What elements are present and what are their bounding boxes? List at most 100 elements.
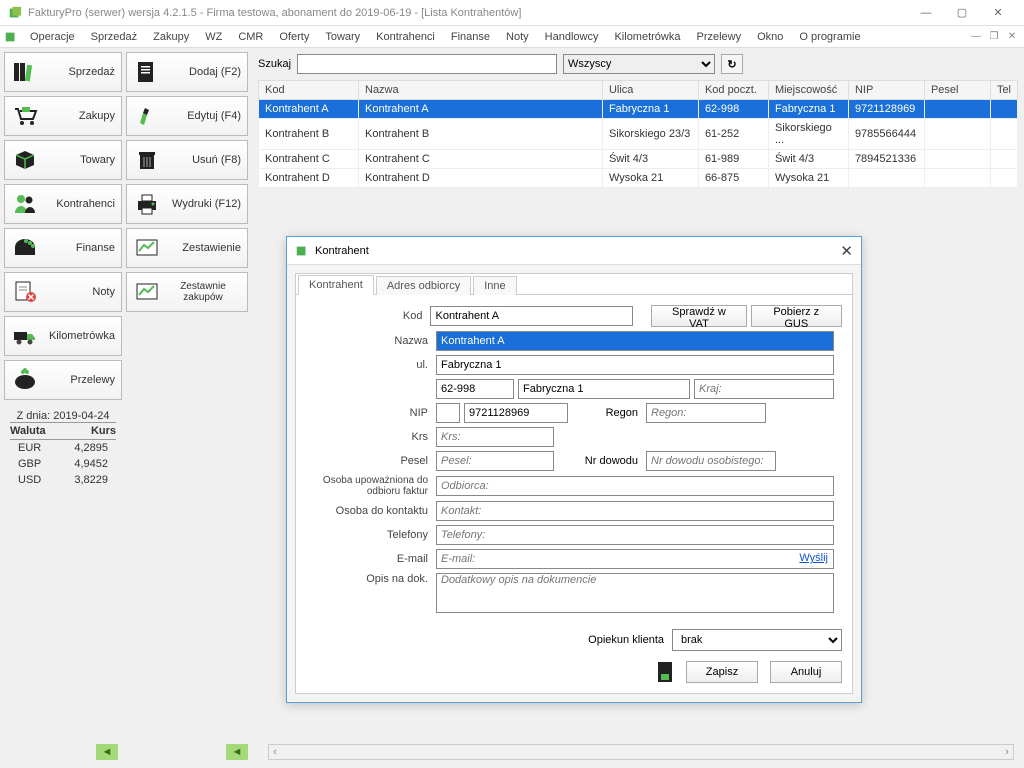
action-zestawienie-zakupow[interactable]: Zestawnie zakupów [126, 272, 248, 312]
col-header[interactable]: Tel [990, 81, 1017, 100]
menu-item[interactable]: Finanse [443, 29, 498, 45]
action-dodaj[interactable]: Dodaj (F2) [126, 52, 248, 92]
kraj-input[interactable] [694, 379, 834, 399]
search-input[interactable] [297, 54, 557, 74]
menu-item[interactable]: Okno [749, 29, 791, 45]
contractors-table: Kod Nazwa Ulica Kod poczt. Miejscowość N… [258, 80, 1018, 188]
cart-icon [11, 102, 39, 130]
close-button[interactable]: ✕ [980, 2, 1016, 24]
menu-item[interactable]: Zakupy [145, 29, 197, 45]
action-usun[interactable]: Usuń (F8) [126, 140, 248, 180]
sidebar-kilometrowka[interactable]: Kilometrówka [4, 316, 122, 356]
tab-adres[interactable]: Adres odbiorcy [376, 276, 471, 295]
filter-select[interactable]: Wszyscy [563, 54, 715, 74]
tab-kontrahent[interactable]: Kontrahent [298, 275, 374, 295]
col-header[interactable]: NIP [848, 81, 924, 100]
wyslij-link[interactable]: Wyślij [799, 552, 828, 564]
action-wydruki[interactable]: Wydruki (F12) [126, 184, 248, 224]
col-header[interactable]: Nazwa [359, 81, 603, 100]
odbiorca-input[interactable] [436, 476, 834, 496]
pen-icon [133, 102, 161, 130]
dialog-icon [295, 244, 309, 258]
col-header[interactable]: Kod [259, 81, 359, 100]
anuluj-button[interactable]: Anuluj [770, 661, 842, 683]
col-header[interactable]: Ulica [602, 81, 698, 100]
truck-icon [11, 322, 39, 350]
dialog-close-icon[interactable]: ✕ [840, 242, 853, 260]
nip-prefix-input[interactable] [436, 403, 460, 423]
vat-button[interactable]: Sprawdź w VAT [651, 305, 746, 327]
action-zestawienie[interactable]: Zestawienie [126, 228, 248, 268]
newdoc-icon [133, 58, 161, 86]
email-input[interactable] [436, 549, 834, 569]
refresh-button[interactable]: ↻ [721, 54, 743, 74]
save-icon [658, 662, 674, 682]
arrow-left-icon[interactable]: ◄ [96, 744, 118, 760]
chart-icon [133, 278, 161, 306]
rate-row: USD3,8229 [10, 472, 116, 488]
menu-item[interactable]: Handlowcy [537, 29, 607, 45]
sidebar-sprzedaz[interactable]: Sprzedaż [4, 52, 122, 92]
kontakt-input[interactable] [436, 501, 834, 521]
menubar: Operacje Sprzedaż Zakupy WZ CMR Oferty T… [0, 26, 1024, 48]
col-header[interactable]: Miejscowość [768, 81, 848, 100]
table-row[interactable]: Kontrahent BKontrahent BSikorskiego 23/3… [259, 119, 1018, 150]
sidebar-zakupy[interactable]: Zakupy [4, 96, 122, 136]
maximize-button[interactable]: ▢ [944, 2, 980, 24]
sidebar-kontrahenci[interactable]: Kontrahenci [4, 184, 122, 224]
nazwa-input[interactable] [436, 331, 834, 351]
sidebar-finanse[interactable]: Finanse [4, 228, 122, 268]
menu-item[interactable]: WZ [197, 29, 230, 45]
col-header[interactable]: Kod poczt. [698, 81, 768, 100]
city-input[interactable] [518, 379, 690, 399]
note-icon [11, 278, 39, 306]
menu-item[interactable]: Kilometrówka [606, 29, 688, 45]
sidebar-towary[interactable]: Towary [4, 140, 122, 180]
arrow-left-icon[interactable]: ◄ [226, 744, 248, 760]
pesel-input[interactable] [436, 451, 554, 471]
opis-input[interactable] [436, 573, 834, 613]
opiekun-select[interactable]: brak [672, 629, 842, 651]
menu-item[interactable]: CMR [230, 29, 271, 45]
menu-item[interactable]: Operacje [22, 29, 83, 45]
horizontal-scrollbar[interactable]: ‹› [268, 744, 1014, 760]
mdi-close-icon[interactable]: ✕ [1004, 30, 1020, 44]
mdi-minimize-icon[interactable]: — [968, 30, 984, 44]
col-header[interactable]: Pesel [924, 81, 990, 100]
people-icon [11, 190, 39, 218]
sidebar-noty[interactable]: Noty [4, 272, 122, 312]
minimize-button[interactable]: — [908, 2, 944, 24]
nip-input[interactable] [464, 403, 568, 423]
menu-item[interactable]: Przelewy [689, 29, 750, 45]
tab-inne[interactable]: Inne [473, 276, 516, 295]
action-edytuj[interactable]: Edytuj (F4) [126, 96, 248, 136]
menu-item[interactable]: Noty [498, 29, 537, 45]
zapisz-button[interactable]: Zapisz [686, 661, 758, 683]
app-icon [8, 6, 22, 20]
mdi-restore-icon[interactable]: ❐ [986, 30, 1002, 44]
menu-item[interactable]: Towary [317, 29, 368, 45]
menu-item[interactable]: Kontrahenci [368, 29, 443, 45]
menu-item[interactable]: Sprzedaż [83, 29, 145, 45]
telefony-input[interactable] [436, 525, 834, 545]
regon-input[interactable] [646, 403, 766, 423]
cash-icon [11, 234, 39, 262]
table-row[interactable]: Kontrahent CKontrahent CŚwit 4/361-989Św… [259, 150, 1018, 169]
window-title: FakturyPro (serwer) wersja 4.2.1.5 - Fir… [28, 7, 521, 19]
menu-item[interactable]: O programie [791, 29, 868, 45]
printer-icon [133, 190, 161, 218]
contractor-dialog: Kontrahent ✕ Kontrahent Adres odbiorcy I… [286, 236, 862, 703]
box-icon [11, 146, 39, 174]
gus-button[interactable]: Pobierz z GUS [751, 305, 842, 327]
sidebar-przelewy[interactable]: Przelewy [4, 360, 122, 400]
ulica-input[interactable] [436, 355, 834, 375]
menu-item[interactable]: Oferty [271, 29, 317, 45]
dialog-tabs: Kontrahent Adres odbiorcy Inne [295, 273, 853, 295]
krs-input[interactable] [436, 427, 554, 447]
table-row[interactable]: Kontrahent AKontrahent AFabryczna 162-99… [259, 100, 1018, 119]
zip-input[interactable] [436, 379, 514, 399]
trash-icon [133, 146, 161, 174]
kod-input[interactable] [430, 306, 633, 326]
nrdowodu-input[interactable] [646, 451, 776, 471]
table-row[interactable]: Kontrahent DKontrahent DWysoka 2166-875W… [259, 169, 1018, 188]
